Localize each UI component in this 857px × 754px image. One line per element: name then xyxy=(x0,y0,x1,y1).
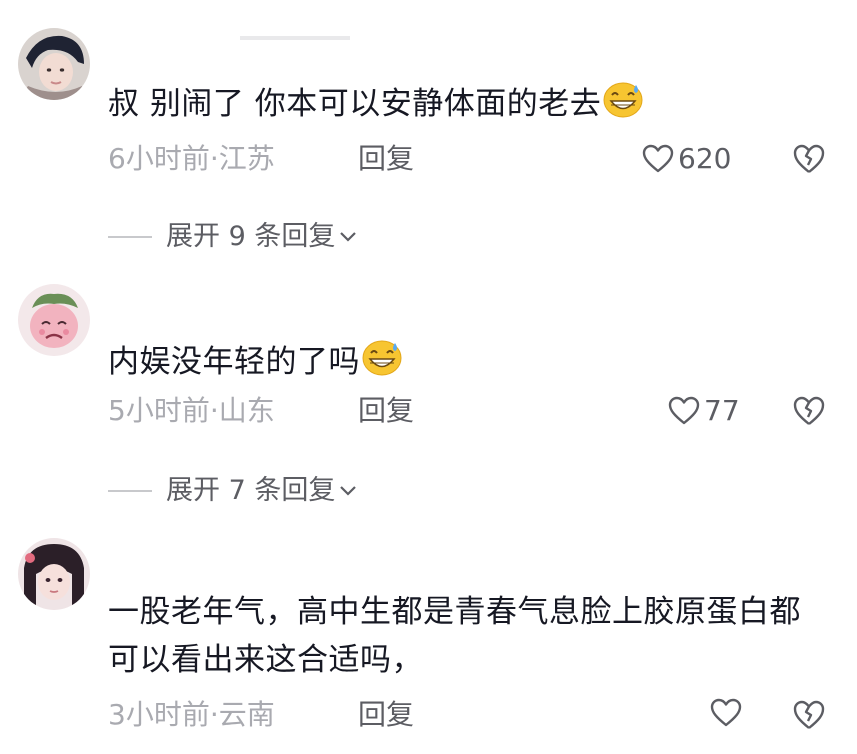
like-button[interactable]: 77 xyxy=(668,394,740,428)
separator-bar xyxy=(240,36,350,40)
divider-line xyxy=(108,236,152,238)
like-count: 77 xyxy=(704,394,740,427)
like-button[interactable] xyxy=(710,698,746,728)
grin-sweat-emoji-icon xyxy=(603,82,643,132)
reply-button[interactable]: 回复 xyxy=(358,142,414,176)
avatar[interactable] xyxy=(18,538,90,610)
chevron-down-icon xyxy=(340,232,357,242)
avatar[interactable] xyxy=(18,284,90,356)
avatar[interactable] xyxy=(18,28,90,100)
heart-icon xyxy=(668,396,700,425)
broken-heart-icon[interactable] xyxy=(792,394,826,428)
expand-replies-button[interactable]: 展开 7 条回复 xyxy=(108,474,357,508)
divider-line xyxy=(108,490,152,492)
reply-button[interactable]: 回复 xyxy=(358,698,414,732)
comment-meta: 3小时前·云南 xyxy=(108,698,275,731)
comment-text: 一股老年气，高中生都是青春气息脸上胶原蛋白都可以看出来这合适吗， xyxy=(108,594,801,678)
comment-text: 叔 别闹了 你本可以安静体面的老去 xyxy=(108,80,818,132)
comment-meta: 5小时前·山东 xyxy=(108,394,275,427)
reply-button[interactable]: 回复 xyxy=(358,394,414,428)
broken-heart-icon[interactable] xyxy=(792,142,826,176)
expand-replies-button[interactable]: 展开 9 条回复 xyxy=(108,220,357,254)
heart-icon xyxy=(642,144,674,173)
comment-text: 内娱没年轻的了吗 xyxy=(108,338,818,390)
comment-meta: 6小时前·江苏 xyxy=(108,142,275,175)
chevron-down-icon xyxy=(340,486,357,496)
like-button[interactable]: 620 xyxy=(642,142,731,176)
heart-icon xyxy=(710,698,742,727)
like-count: 620 xyxy=(678,142,732,175)
broken-heart-icon[interactable] xyxy=(792,698,826,732)
grin-sweat-emoji-icon xyxy=(362,340,402,390)
